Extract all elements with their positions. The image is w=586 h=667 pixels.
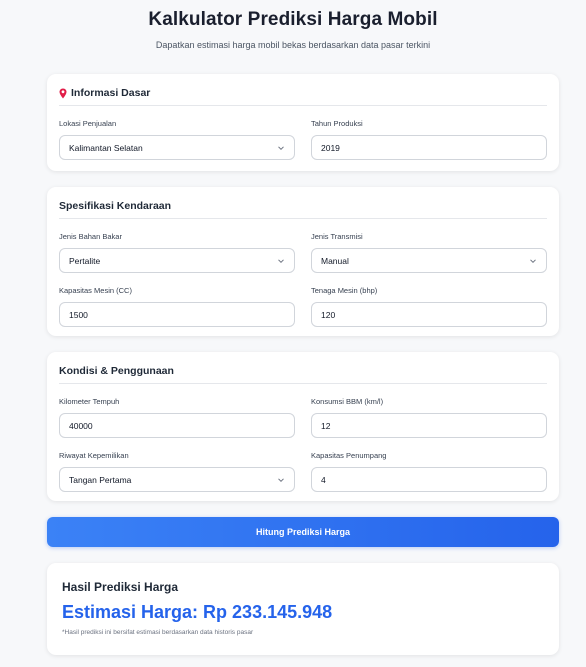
basic-info-title: Informasi Dasar <box>71 87 151 99</box>
ownership-value: Tangan Pertama <box>69 474 132 485</box>
chevron-down-icon <box>278 258 284 263</box>
fuel-field: Jenis Bahan Bakar Pertalite <box>59 232 295 273</box>
result-value: Estimasi Harga: Rp 233.145.948 <box>62 602 333 622</box>
page-header: Kalkulator Prediksi Harga Mobil Dapatkan… <box>0 0 586 50</box>
transmission-value: Manual <box>321 255 349 266</box>
transmission-field: Jenis Transmisi Manual <box>311 232 547 273</box>
km-input[interactable]: 40000 <box>59 413 295 438</box>
fuel-label: Jenis Bahan Bakar <box>59 232 122 241</box>
spec-title: Spesifikasi Kendaraan <box>59 200 172 212</box>
chevron-down-icon <box>278 145 284 150</box>
ownership-select[interactable]: Tangan Pertama <box>59 467 295 492</box>
km-field: Kilometer Tempuh 40000 <box>59 397 295 438</box>
consumption-value: 12 <box>321 420 331 431</box>
calculate-button[interactable]: Hitung Prediksi Harga <box>47 517 559 547</box>
consumption-input[interactable]: 12 <box>311 413 547 438</box>
year-label: Tahun Produksi <box>311 119 363 128</box>
year-value: 2019 <box>321 142 340 153</box>
transmission-select[interactable]: Manual <box>311 248 547 273</box>
engine-input[interactable]: 1500 <box>59 302 295 327</box>
fuel-select[interactable]: Pertalite <box>59 248 295 273</box>
engine-field: Kapasitas Mesin (CC) 1500 <box>59 286 295 327</box>
location-label: Lokasi Penjualan <box>59 119 117 128</box>
ownership-label: Riwayat Kepemilikan <box>59 451 129 460</box>
seats-label: Kapasitas Penumpang <box>311 451 387 460</box>
fuel-value: Pertalite <box>69 255 101 266</box>
basic-info-header: Informasi Dasar <box>59 87 547 106</box>
year-field: Tahun Produksi 2019 <box>311 119 547 160</box>
engine-value: 1500 <box>69 309 88 320</box>
seats-field: Kapasitas Penumpang 4 <box>311 451 547 492</box>
power-value: 120 <box>321 309 336 320</box>
location-field: Lokasi Penjualan Kalimantan Selatan <box>59 119 295 160</box>
km-value: 40000 <box>69 420 93 431</box>
pin-icon <box>59 88 67 99</box>
result-title: Hasil Prediksi Harga <box>62 580 179 594</box>
chevron-down-icon <box>530 258 536 263</box>
seats-input[interactable]: 4 <box>311 467 547 492</box>
spec-header: Spesifikasi Kendaraan <box>59 200 547 219</box>
engine-label: Kapasitas Mesin (CC) <box>59 286 132 295</box>
basic-info-card: Informasi Dasar Lokasi Penjualan Kaliman… <box>47 74 559 171</box>
page-subtitle: Dapatkan estimasi harga mobil bekas berd… <box>155 40 431 50</box>
condition-header: Kondisi & Penggunaan <box>59 365 547 384</box>
condition-title: Kondisi & Penggunaan <box>59 365 174 377</box>
consumption-field: Konsumsi BBM (km/l) 12 <box>311 397 547 438</box>
location-select[interactable]: Kalimantan Selatan <box>59 135 295 160</box>
result-card: Hasil Prediksi Harga Estimasi Harga: Rp … <box>47 563 559 655</box>
power-label: Tenaga Mesin (bhp) <box>311 286 378 295</box>
power-input[interactable]: 120 <box>311 302 547 327</box>
year-input[interactable]: 2019 <box>311 135 547 160</box>
chevron-down-icon <box>278 477 284 482</box>
page-title: Kalkulator Prediksi Harga Mobil <box>148 9 438 30</box>
seats-value: 4 <box>321 474 326 485</box>
condition-card: Kondisi & Penggunaan Kilometer Tempuh 40… <box>47 352 559 501</box>
result-note: *Hasil prediksi ini bersifat estimasi be… <box>62 629 254 636</box>
km-label: Kilometer Tempuh <box>59 397 120 406</box>
power-field: Tenaga Mesin (bhp) 120 <box>311 286 547 327</box>
location-value: Kalimantan Selatan <box>69 142 143 153</box>
transmission-label: Jenis Transmisi <box>311 232 363 241</box>
consumption-label: Konsumsi BBM (km/l) <box>311 397 384 406</box>
spec-card: Spesifikasi Kendaraan Jenis Bahan Bakar … <box>47 187 559 336</box>
ownership-field: Riwayat Kepemilikan Tangan Pertama <box>59 451 295 492</box>
